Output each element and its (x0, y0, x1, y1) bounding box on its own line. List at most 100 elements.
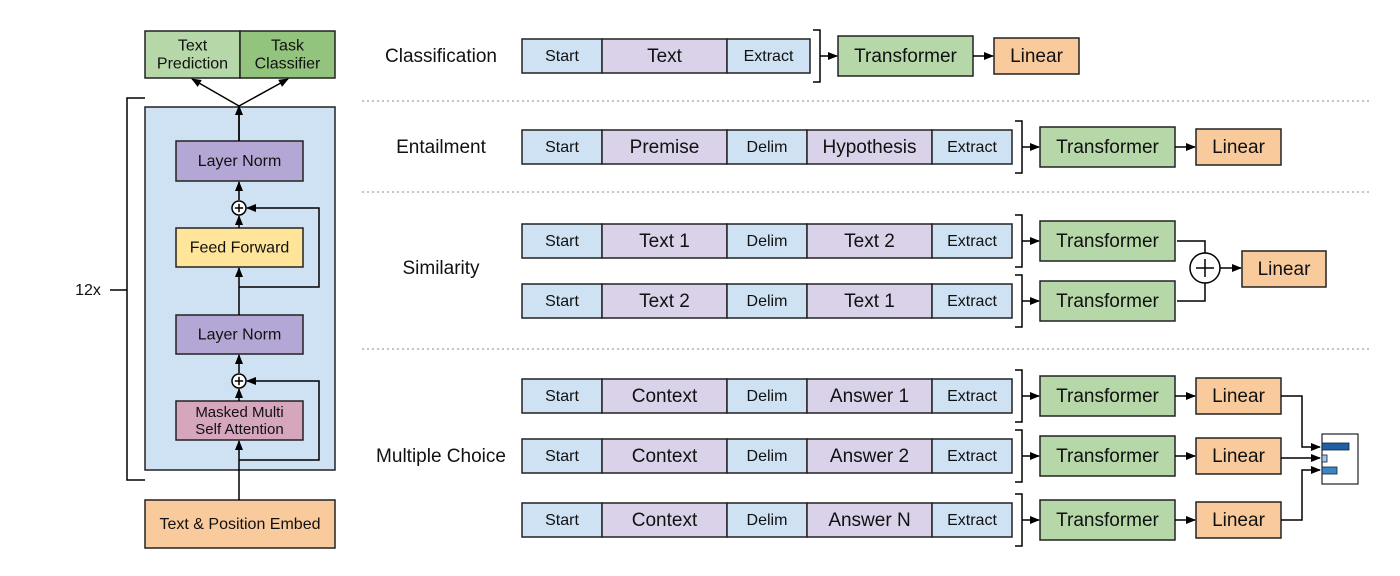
token-answer-n-label: Answer N (828, 510, 910, 531)
task-label: Similarity (402, 258, 480, 279)
token-text-1-label: Text 1 (844, 291, 895, 312)
gpt-architecture-diagram: Text PredictionTask Classifier Layer Norm Fe… (75, 29, 1370, 549)
token-delim: Delim (726, 129, 808, 165)
similarity-merge-bottom (1177, 283, 1206, 302)
token-start: Start (521, 438, 603, 474)
token-text-label: Text (647, 46, 683, 67)
token-delim-label: Delim (747, 512, 788, 529)
task-classifier-head: Task Classifier (239, 30, 336, 79)
input-bracket (1015, 120, 1023, 174)
token-delim-label: Delim (747, 139, 788, 156)
text-position-embed-label: Text & Position Embed (160, 516, 321, 533)
linear-box: Linear (1195, 377, 1282, 415)
input-bracket (1015, 369, 1023, 423)
linear-box: Linear (1241, 250, 1327, 288)
transformer-box-label: Transformer (1056, 386, 1159, 407)
input-bracket (813, 29, 821, 83)
softmax-bar-1 (1321, 442, 1350, 451)
linear-box-label: Linear (1212, 510, 1265, 531)
transformer-box-label: Transformer (1056, 446, 1159, 467)
transformer-box: Transformer (1039, 435, 1176, 477)
transformer-box-label: Transformer (1056, 137, 1159, 158)
token-extract: Extract (931, 283, 1013, 319)
input-bracket (1015, 274, 1023, 328)
linear-box-label: Linear (1212, 446, 1265, 467)
transformer-box-label: Transformer (1056, 291, 1159, 312)
token-start: Start (521, 378, 603, 414)
linear-box-label: Linear (1212, 386, 1265, 407)
token-context: Context (601, 438, 728, 474)
layer-norm-bottom: Layer Norm (175, 314, 304, 355)
token-answer-1: Answer 1 (806, 378, 933, 414)
task-label: Classification (385, 46, 497, 67)
token-delim: Delim (726, 378, 808, 414)
token-delim-label: Delim (747, 233, 788, 250)
token-delim-label: Delim (747, 293, 788, 310)
token-extract-label: Extract (744, 48, 794, 65)
token-start: Start (521, 223, 603, 259)
token-hypothesis-label: Hypothesis (823, 137, 917, 158)
softmax-bar-3 (1321, 466, 1338, 475)
linear-box: Linear (1195, 501, 1282, 539)
linear-box-label: Linear (1212, 137, 1265, 158)
token-extract-label: Extract (947, 233, 997, 250)
layer-norm-bottom-label: Layer Norm (198, 326, 282, 343)
transformer-box-label: Transformer (1056, 231, 1159, 252)
residual-add-bottom (231, 373, 247, 389)
linear-box-label: Linear (1010, 46, 1063, 67)
token-context-label: Context (632, 510, 698, 531)
feed-forward-label: Feed Forward (190, 239, 290, 256)
masked-self-attention: Masked Multi Self Attention (175, 400, 304, 441)
token-extract: Extract (931, 129, 1013, 165)
softmax-output-box (1321, 433, 1359, 485)
transformer-box: Transformer (1039, 375, 1176, 417)
token-delim-label: Delim (747, 388, 788, 405)
transformer-box: Transformer (1039, 499, 1176, 541)
transformer-box-label: Transformer (854, 46, 957, 67)
token-text-1-label: Text 1 (639, 231, 690, 252)
token-start-label: Start (545, 512, 579, 529)
token-extract-label: Extract (947, 139, 997, 156)
layer-norm-top-label: Layer Norm (198, 153, 282, 170)
arrow-choice-3 (1281, 466, 1321, 521)
token-extract-label: Extract (947, 512, 997, 529)
token-start-label: Start (545, 448, 579, 465)
token-text-2: Text 2 (601, 283, 728, 319)
token-answer-2: Answer 2 (806, 438, 933, 474)
transformer-box: Transformer (1039, 220, 1176, 262)
token-premise: Premise (601, 129, 728, 165)
arrow-choice-1 (1281, 395, 1321, 451)
text-position-embed: Text & Position Embed (144, 499, 336, 549)
token-start: Start (521, 283, 603, 319)
token-extract: Extract (931, 223, 1013, 259)
token-premise-label: Premise (630, 137, 700, 158)
token-text-2: Text 2 (806, 223, 933, 259)
linear-box-label: Linear (1258, 259, 1311, 280)
token-start-label: Start (545, 233, 579, 250)
token-start-label: Start (545, 139, 579, 156)
token-start: Start (521, 502, 603, 538)
feed-forward: Feed Forward (175, 227, 304, 268)
token-extract: Extract (931, 502, 1013, 538)
token-delim: Delim (726, 502, 808, 538)
token-extract: Extract (931, 438, 1013, 474)
token-start-label: Start (545, 388, 579, 405)
input-bracket (1015, 214, 1023, 268)
token-text: Text (601, 38, 728, 74)
token-extract-label: Extract (947, 388, 997, 405)
arrow-to-task-classifier (238, 78, 289, 107)
token-text-1: Text 1 (601, 223, 728, 259)
repeat-count: 12x (75, 282, 101, 299)
token-delim-label: Delim (747, 448, 788, 465)
token-start-label: Start (545, 293, 579, 310)
transformer-box: Transformer (1039, 280, 1176, 322)
token-delim: Delim (726, 438, 808, 474)
transformer-box-label: Transformer (1056, 510, 1159, 531)
linear-box: Linear (1195, 128, 1282, 166)
token-hypothesis: Hypothesis (806, 129, 933, 165)
input-bracket (1015, 429, 1023, 483)
text-prediction-head: Text Prediction (144, 30, 241, 79)
token-start: Start (521, 38, 603, 74)
token-context: Context (601, 502, 728, 538)
masked-self-attention-label: Masked Multi Self Attention (195, 403, 283, 437)
